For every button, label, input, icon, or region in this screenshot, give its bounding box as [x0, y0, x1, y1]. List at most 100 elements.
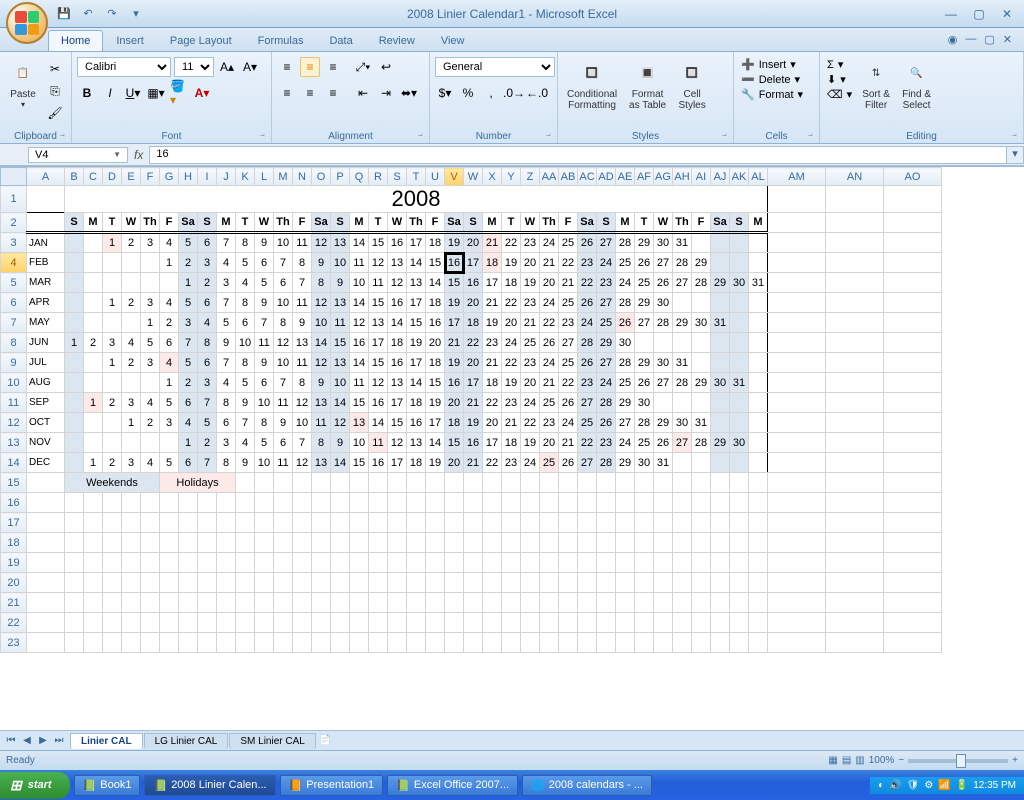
cell[interactable] — [27, 553, 65, 573]
cell[interactable] — [884, 493, 942, 513]
cell[interactable] — [826, 513, 884, 533]
calendar-cell[interactable] — [141, 373, 160, 393]
calendar-cell[interactable]: 13 — [312, 453, 331, 473]
cell[interactable] — [540, 493, 559, 513]
calendar-cell[interactable]: 25 — [597, 313, 616, 333]
calendar-cell[interactable]: 12 — [388, 273, 407, 293]
cell[interactable] — [388, 493, 407, 513]
calendar-cell[interactable]: 25 — [521, 333, 540, 353]
cell[interactable] — [65, 593, 84, 613]
cell[interactable] — [502, 473, 521, 493]
calendar-cell[interactable]: 20 — [483, 413, 502, 433]
cell[interactable] — [730, 533, 749, 553]
cell[interactable] — [255, 513, 274, 533]
cell[interactable] — [274, 493, 293, 513]
calendar-cell[interactable]: 26 — [654, 273, 673, 293]
calendar-cell[interactable] — [730, 453, 749, 473]
cell[interactable] — [217, 613, 236, 633]
cell[interactable] — [483, 593, 502, 613]
cell[interactable] — [635, 633, 654, 653]
cell[interactable] — [711, 573, 730, 593]
calendar-cell[interactable]: 3 — [103, 333, 122, 353]
cell[interactable] — [198, 633, 217, 653]
calendar-cell[interactable] — [692, 233, 711, 253]
calendar-cell[interactable] — [711, 293, 730, 313]
cell[interactable] — [312, 513, 331, 533]
cell[interactable] — [464, 533, 483, 553]
calendar-cell[interactable]: 28 — [616, 353, 635, 373]
row-header[interactable]: 17 — [1, 513, 27, 533]
calendar-cell[interactable]: 15 — [350, 453, 369, 473]
cell[interactable] — [502, 493, 521, 513]
cell[interactable] — [730, 613, 749, 633]
cell[interactable] — [445, 593, 464, 613]
cell[interactable] — [236, 553, 255, 573]
close-button[interactable]: ✕ — [996, 6, 1018, 22]
cell[interactable] — [597, 513, 616, 533]
calendar-cell[interactable]: 12 — [388, 433, 407, 453]
cell[interactable] — [692, 613, 711, 633]
cell[interactable] — [768, 493, 826, 513]
calendar-cell[interactable]: 12 — [312, 293, 331, 313]
cell[interactable] — [426, 473, 445, 493]
cell[interactable] — [597, 593, 616, 613]
cell[interactable] — [559, 533, 578, 553]
row-header[interactable]: 19 — [1, 553, 27, 573]
cell[interactable] — [160, 613, 179, 633]
autosum-button[interactable]: Σ▾ — [825, 57, 854, 72]
calendar-cell[interactable]: 16 — [388, 353, 407, 373]
cell[interactable] — [749, 613, 768, 633]
calendar-cell[interactable]: 22 — [540, 313, 559, 333]
cell[interactable] — [502, 553, 521, 573]
cell[interactable] — [768, 573, 826, 593]
calendar-cell[interactable] — [711, 453, 730, 473]
calendar-cell[interactable]: 24 — [597, 253, 616, 273]
calendar-cell[interactable] — [730, 313, 749, 333]
cell[interactable] — [884, 553, 942, 573]
cell[interactable] — [255, 633, 274, 653]
calendar-cell[interactable]: 3 — [141, 353, 160, 373]
column-header[interactable]: H — [179, 168, 198, 186]
calendar-cell[interactable]: 12 — [274, 333, 293, 353]
column-header[interactable]: M — [274, 168, 293, 186]
cell[interactable] — [407, 493, 426, 513]
calendar-cell[interactable]: 8 — [312, 273, 331, 293]
calendar-cell[interactable]: 22 — [578, 273, 597, 293]
calendar-cell[interactable]: 13 — [407, 273, 426, 293]
paste-button[interactable]: 📋 Paste▾ — [5, 57, 41, 111]
cell[interactable] — [293, 473, 312, 493]
cell[interactable] — [65, 493, 84, 513]
cell[interactable] — [331, 613, 350, 633]
calendar-cell[interactable]: 10 — [350, 433, 369, 453]
cell[interactable] — [236, 613, 255, 633]
calendar-cell[interactable]: 20 — [464, 353, 483, 373]
calendar-cell[interactable] — [65, 353, 84, 373]
cell[interactable] — [502, 513, 521, 533]
cell[interactable] — [122, 573, 141, 593]
cell[interactable] — [407, 573, 426, 593]
calendar-cell[interactable]: 18 — [426, 233, 445, 253]
find-select-button[interactable]: 🔍Find & Select — [898, 57, 935, 113]
calendar-cell[interactable]: 8 — [312, 433, 331, 453]
tab-view[interactable]: View — [428, 30, 478, 51]
calendar-cell[interactable]: 6 — [274, 273, 293, 293]
undo-icon[interactable]: ↶ — [80, 6, 96, 22]
calendar-cell[interactable] — [654, 333, 673, 353]
calendar-cell[interactable]: 21 — [540, 253, 559, 273]
cell[interactable] — [84, 573, 103, 593]
sheet-nav-prev-icon[interactable]: ◀ — [20, 735, 34, 746]
calendar-cell[interactable]: 18 — [407, 393, 426, 413]
cell[interactable] — [160, 553, 179, 573]
calendar-cell[interactable] — [65, 373, 84, 393]
calendar-cell[interactable]: 19 — [521, 273, 540, 293]
calendar-cell[interactable]: 4 — [122, 333, 141, 353]
calendar-cell[interactable]: 24 — [540, 293, 559, 313]
cell[interactable] — [255, 613, 274, 633]
calendar-cell[interactable] — [730, 393, 749, 413]
cell[interactable] — [369, 593, 388, 613]
cell[interactable] — [122, 533, 141, 553]
calendar-cell[interactable]: 19 — [483, 313, 502, 333]
calendar-cell[interactable]: 5 — [179, 293, 198, 313]
calendar-cell[interactable] — [103, 313, 122, 333]
calendar-cell[interactable] — [65, 453, 84, 473]
